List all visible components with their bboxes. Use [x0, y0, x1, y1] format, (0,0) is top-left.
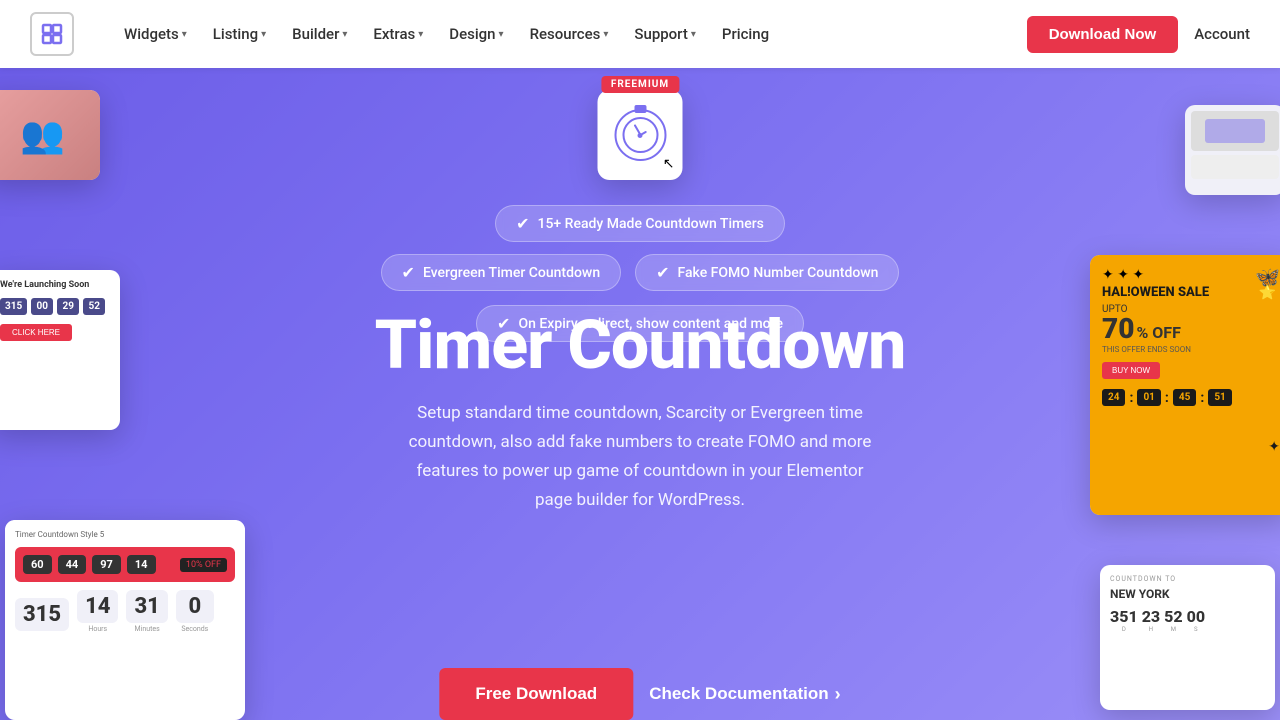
br-title: COUNTDOWN TO [1110, 575, 1265, 583]
nav-actions: Download Now Account [1027, 16, 1250, 53]
check-docs-label: Check Documentation [649, 684, 828, 704]
seconds-label: Seconds [176, 625, 214, 633]
chevron-down-icon: ▾ [261, 29, 266, 40]
halloween-countdown: 24 : 01 : 45 : 51 [1102, 389, 1278, 406]
chevron-down-icon: ▾ [342, 29, 347, 40]
large-countdown: 315 14 Hours 31 Minutes 0 Seconds [15, 590, 235, 633]
hw-days: 24 [1102, 389, 1125, 406]
arrow-right-icon: › [835, 684, 841, 705]
account-button[interactable]: Account [1194, 25, 1250, 43]
halloween-inner: ✦ ✦ ✦ Hal!oween Sale UPTO 70 % OFF THIS … [1090, 255, 1280, 515]
nav-item-builder[interactable]: Builder ▾ [282, 19, 357, 49]
hw-minutes: 45 [1173, 389, 1196, 406]
timer-hour-hand [640, 131, 647, 136]
chevron-down-icon: ▾ [182, 29, 187, 40]
cta-buttons: Free Download Check Documentation › [439, 668, 840, 720]
halloween-percent: 70 [1102, 315, 1134, 343]
nav-item-design[interactable]: Design ▾ [439, 19, 513, 49]
navbar: Widgets ▾ Listing ▾ Builder ▾ Extras ▾ D… [0, 0, 1280, 68]
hero-heading: Timer Countdown Setup standard time coun… [290, 310, 990, 515]
lc-days: 315 [15, 598, 69, 631]
hw-seconds: 51 [1208, 389, 1231, 406]
nav-links: Widgets ▾ Listing ▾ Builder ▾ Extras ▾ D… [114, 19, 1027, 49]
freemium-badge: FREEMIUM [601, 76, 679, 93]
count-seconds: 52 [83, 298, 105, 315]
center-widget: FREEMIUM ↖ [598, 90, 683, 180]
hero-section: 👥 We're Launching Soon 315 00 29 52 [0, 0, 1280, 720]
preview-card-top-left: 👥 [0, 90, 100, 180]
chevron-down-icon: ▾ [603, 29, 608, 40]
launch-text: We're Launching Soon [0, 280, 110, 290]
br-city: NEW YORK [1110, 587, 1265, 601]
countdown-row: 315 00 29 52 [0, 298, 110, 316]
feature-pill-fomo: ✔ Fake FOMO Number Countdown [635, 254, 899, 291]
check-icon-2: ✔ [402, 263, 415, 282]
hero-description: Setup standard time countdown, Scarcity … [400, 399, 880, 515]
download-now-button[interactable]: Download Now [1027, 16, 1179, 53]
nav-item-listing[interactable]: Listing ▾ [203, 19, 276, 49]
nav-item-resources[interactable]: Resources ▾ [520, 19, 619, 49]
chevron-down-icon: ▾ [418, 29, 423, 40]
hw-hours: 01 [1137, 389, 1160, 406]
count-minutes: 29 [57, 298, 79, 315]
br-countdown: 351 D 23 H 52 M 00 S [1110, 607, 1265, 633]
preview-card-bottom-right: COUNTDOWN TO NEW YORK 351 D 23 H 52 M 00… [1100, 565, 1275, 710]
free-download-button[interactable]: Free Download [439, 668, 633, 720]
logo[interactable] [30, 12, 74, 56]
lc-hours: 14 [77, 590, 118, 623]
countdown-style-label: Timer Countdown Style 5 [15, 530, 235, 539]
br-minutes: 52 [1164, 607, 1182, 626]
feature-pill-main: ✔ 15+ Ready Made Countdown Timers [495, 205, 785, 242]
nav-item-support[interactable]: Support ▾ [624, 19, 706, 49]
timer-icon [614, 109, 666, 161]
people-image: 👥 [0, 90, 100, 180]
nav-item-extras[interactable]: Extras ▾ [363, 19, 433, 49]
br-seconds: 00 [1187, 607, 1205, 626]
feature-text-2: Evergreen Timer Countdown [423, 265, 600, 281]
timer-inner-circle [622, 117, 658, 153]
preview-card-bottom-left: Timer Countdown Style 5 60 44 97 14 10% … [5, 520, 245, 720]
feature-text-3: Fake FOMO Number Countdown [678, 265, 879, 281]
count-days: 315 [0, 298, 27, 315]
check-documentation-button[interactable]: Check Documentation › [649, 684, 840, 705]
lc-seconds: 0 [176, 590, 214, 623]
preview-card-halloween: ✦ ✦ ✦ Hal!oween Sale UPTO 70 % OFF THIS … [1090, 255, 1280, 515]
feature-text-1: 15+ Ready Made Countdown Timers [538, 216, 764, 232]
minutes-label: Minutes [126, 625, 167, 633]
feature-pill-evergreen: ✔ Evergreen Timer Countdown [381, 254, 622, 291]
count-hours: 00 [31, 298, 53, 315]
chevron-down-icon: ▾ [499, 29, 504, 40]
cursor-icon: ↖ [663, 156, 675, 172]
nav-item-pricing[interactable]: Pricing [712, 19, 779, 49]
hero-title: Timer Countdown [290, 310, 990, 381]
preview-card-top-right [1185, 105, 1280, 195]
chevron-down-icon: ▾ [691, 29, 696, 40]
preview-card-mid-left: We're Launching Soon 315 00 29 52 CLICK … [0, 270, 120, 430]
hours-label: Hours [77, 625, 118, 633]
halloween-stars: ✦ ✦ ✦ [1102, 267, 1278, 283]
check-icon-3: ✔ [656, 263, 669, 282]
halloween-off: % OFF [1136, 323, 1180, 342]
lc-minutes: 31 [126, 590, 167, 623]
click-here-button[interactable]: CLICK HERE [0, 324, 72, 341]
br-days: 351 [1110, 607, 1138, 626]
check-icon: ✔ [516, 214, 529, 233]
halloween-btn[interactable]: BUY NOW [1102, 362, 1160, 379]
logo-icon [30, 12, 74, 56]
nav-item-widgets[interactable]: Widgets ▾ [114, 19, 197, 49]
halloween-sale: Hal!oween Sale [1102, 285, 1278, 300]
br-hours: 23 [1142, 607, 1160, 626]
